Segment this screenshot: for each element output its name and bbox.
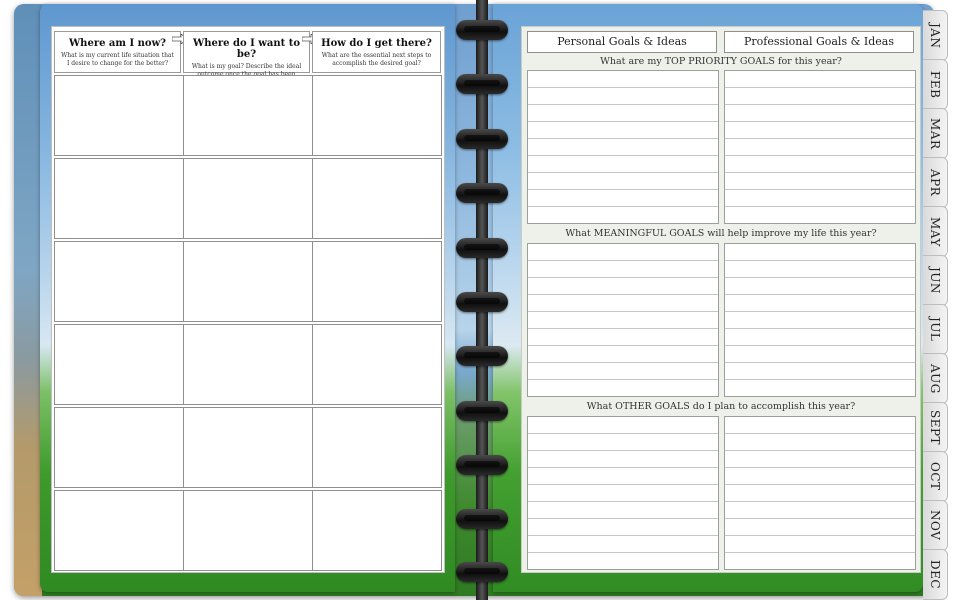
month-tab[interactable]: AUG (923, 353, 948, 404)
binder-ring (456, 129, 508, 149)
column-title: Where do I want to be? (192, 38, 301, 60)
month-tab-label: JUL (928, 317, 942, 342)
column-header-how: How do I get there? What are the essenti… (312, 31, 441, 73)
month-tab[interactable]: DEC (923, 549, 948, 600)
grid-cell[interactable] (312, 241, 442, 322)
grid-cell[interactable] (312, 407, 442, 488)
binder-ring (456, 346, 508, 366)
grid-cell[interactable] (54, 158, 184, 239)
month-tab[interactable]: FEB (923, 59, 948, 110)
month-tab[interactable]: MAY (923, 206, 948, 257)
month-tab[interactable]: JUN (923, 255, 948, 306)
column-subtitle: What are the essential next steps to acc… (321, 52, 432, 67)
binder-ring (456, 509, 508, 529)
month-tab-label: JUN (928, 267, 942, 294)
grid-cell[interactable] (312, 158, 442, 239)
month-tab-label: OCT (928, 462, 942, 491)
grid-cell[interactable] (183, 75, 313, 156)
month-tab[interactable]: MAR (923, 108, 948, 159)
question-other: What OTHER GOALS do I plan to accomplish… (586, 401, 856, 412)
grid-cell[interactable] (312, 324, 442, 405)
grid-cell[interactable] (54, 324, 184, 405)
personal-goals-header: Personal Goals & Ideas (527, 31, 717, 53)
month-tab[interactable]: SEPT (923, 402, 948, 453)
binder-ring (456, 74, 508, 94)
binder-ring (456, 238, 508, 258)
grid-cell[interactable] (54, 407, 184, 488)
question-top-priority: What are my TOP PRIORITY GOALS for this … (600, 56, 842, 67)
column-header-want: Where do I want to be? What is my goal? … (183, 31, 310, 86)
month-tab[interactable]: NOV (923, 500, 948, 551)
question-meaningful: What MEANINGFUL GOALS will help improve … (565, 228, 877, 239)
goal-planning-sheet: Where am I now? What is my current life … (51, 26, 445, 573)
binder-ring (456, 455, 508, 475)
grid-cell[interactable] (183, 407, 313, 488)
grid-cell[interactable] (54, 241, 184, 322)
month-tab-label: FEB (928, 70, 942, 99)
personal-meaningful-lines[interactable] (527, 243, 719, 397)
personal-priority-lines[interactable] (527, 70, 719, 224)
grid-cell[interactable] (183, 490, 313, 571)
grid-cell[interactable] (54, 75, 184, 156)
column-subtitle: What is my current life situation that I… (61, 52, 174, 67)
month-tab[interactable]: APR (923, 157, 948, 208)
month-tab[interactable]: JUL (923, 304, 948, 355)
personal-other-lines[interactable] (527, 416, 719, 570)
professional-priority-lines[interactable] (724, 70, 916, 224)
professional-other-lines[interactable] (724, 416, 916, 570)
month-tab-label: MAY (928, 216, 942, 247)
month-tab-label: AUG (928, 363, 942, 394)
month-tab-label: JAN (928, 22, 942, 49)
binder-ring (456, 401, 508, 421)
grid-cell[interactable] (183, 241, 313, 322)
column-title: Where am I now? (68, 38, 167, 49)
month-tab-label: DEC (928, 559, 942, 590)
grid-cell[interactable] (312, 490, 442, 571)
binder-ring (456, 562, 508, 582)
professional-goals-header: Professional Goals & Ideas (724, 31, 914, 53)
grid-cell[interactable] (183, 158, 313, 239)
month-tab-label: NOV (928, 510, 942, 541)
professional-meaningful-lines[interactable] (724, 243, 916, 397)
column-header-now: Where am I now? What is my current life … (54, 31, 181, 73)
month-tab[interactable]: OCT (923, 451, 948, 502)
binder-ring (456, 292, 508, 312)
month-tab-label: APR (928, 168, 942, 197)
grid-cell[interactable] (183, 324, 313, 405)
grid-cell[interactable] (312, 75, 442, 156)
month-tab[interactable]: JAN (923, 10, 948, 61)
grid-cell[interactable] (54, 490, 184, 571)
column-title: How do I get there? (321, 38, 432, 49)
yearly-goals-sheet: Personal Goals & Ideas Professional Goal… (521, 26, 921, 573)
month-tab-label: SEPT (928, 409, 942, 446)
month-tab-label: MAR (928, 117, 942, 150)
cover-edge (14, 4, 42, 596)
binder-ring (456, 20, 508, 40)
binder-ring (456, 183, 508, 203)
